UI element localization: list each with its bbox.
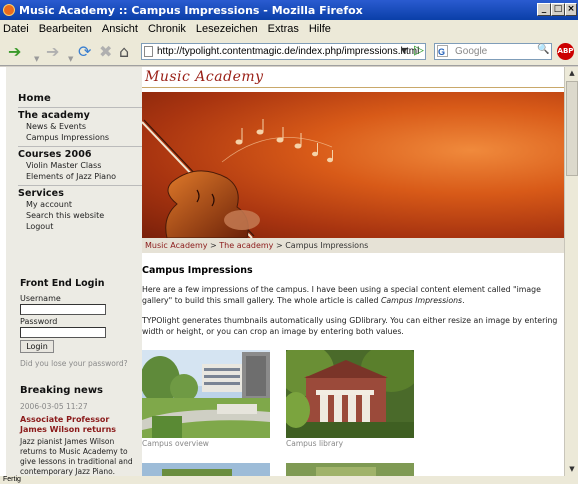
reload-icon[interactable]: ⟳ bbox=[78, 42, 91, 62]
page-viewport: Music Academy Music Academy > The academ… bbox=[0, 67, 564, 476]
menu-lesezeichen[interactable]: Lesezeichen bbox=[196, 23, 258, 35]
go-icon[interactable]: ▷ bbox=[414, 43, 424, 58]
lost-password-link[interactable]: Did you lose your password? bbox=[20, 359, 128, 368]
url-dropdown-icon[interactable]: ▼ bbox=[401, 46, 407, 55]
back-dropdown-icon[interactable]: ▼ bbox=[34, 49, 39, 69]
breadcrumb-separator: > bbox=[273, 241, 286, 250]
url-text: http://typolight.contentmagic.de/index.p… bbox=[157, 46, 420, 57]
login-title: Front End Login bbox=[20, 278, 105, 289]
nav-item-jazz-piano[interactable]: Elements of Jazz Piano bbox=[6, 171, 142, 182]
breadcrumb-current: Campus Impressions bbox=[285, 241, 369, 250]
search-input[interactable]: G Google bbox=[434, 43, 552, 60]
password-label: Password bbox=[20, 317, 58, 326]
menu-chronik[interactable]: Chronik bbox=[148, 23, 186, 35]
maximize-button[interactable]: □ bbox=[551, 3, 565, 16]
scroll-down-icon[interactable]: ▼ bbox=[565, 463, 578, 476]
search-icon[interactable]: 🔍 bbox=[537, 44, 549, 55]
login-box: Front End Login Username Password Login … bbox=[6, 272, 142, 378]
scroll-up-icon[interactable]: ▲ bbox=[565, 67, 578, 80]
window-title-bar: Music Academy :: Campus Impressions - Mo… bbox=[0, 0, 578, 20]
breadcrumb: Music Academy > The academy > Campus Imp… bbox=[142, 238, 564, 253]
campus-library-image bbox=[286, 350, 414, 438]
menu-ansicht[interactable]: Ansicht bbox=[102, 23, 138, 35]
nav-divider bbox=[18, 107, 142, 108]
gallery-thumb[interactable] bbox=[142, 462, 270, 476]
gallery-caption: Campus overview bbox=[142, 439, 209, 448]
login-button[interactable]: Login bbox=[20, 340, 54, 353]
username-label: Username bbox=[20, 294, 61, 303]
page-icon bbox=[144, 46, 153, 57]
campus-overview-image bbox=[142, 350, 270, 438]
nav-item-search[interactable]: Search this website bbox=[6, 210, 142, 221]
forward-icon[interactable]: ➔ bbox=[46, 42, 59, 62]
article-paragraph-2: TYPOlight generates thumbnails automatic… bbox=[142, 316, 558, 336]
news-headline[interactable]: Associate Professor James Wilson returns bbox=[20, 415, 138, 435]
firefox-icon bbox=[3, 4, 15, 16]
nav-divider bbox=[18, 185, 142, 186]
nav-section-academy[interactable]: The academy bbox=[6, 110, 142, 121]
stop-icon[interactable]: ✖ bbox=[99, 42, 112, 62]
search-placeholder: Google bbox=[455, 46, 488, 57]
site-header: Music Academy bbox=[142, 67, 564, 88]
gallery-thumb-campus-overview[interactable] bbox=[142, 350, 270, 438]
menu-bearbeiten[interactable]: Bearbeiten bbox=[39, 23, 92, 35]
menu-hilfe[interactable]: Hilfe bbox=[309, 23, 331, 35]
main-content: Campus Impressions Here are a few impres… bbox=[142, 265, 564, 346]
menu-bar: Datei Bearbeiten Ansicht Chronik Lesezei… bbox=[0, 20, 578, 38]
search-engine-icon[interactable]: G bbox=[437, 45, 448, 57]
window-title: Music Academy :: Campus Impressions - Mo… bbox=[19, 3, 363, 17]
banner-image bbox=[142, 92, 564, 238]
minimize-button[interactable]: _ bbox=[537, 3, 551, 16]
nav-section-courses[interactable]: Courses 2006 bbox=[6, 149, 142, 160]
nav-item-logout[interactable]: Logout bbox=[6, 221, 142, 232]
article-paragraph-1: Here are a few impressions of the campus… bbox=[142, 285, 541, 305]
nav-item-my-account[interactable]: My account bbox=[6, 199, 142, 210]
gallery-thumb[interactable] bbox=[286, 462, 414, 476]
site-logo[interactable]: Music Academy bbox=[145, 69, 264, 85]
news-box: Breaking news 2006-03-05 11:27 Associate… bbox=[6, 383, 142, 476]
breadcrumb-link-home[interactable]: Music Academy bbox=[145, 241, 207, 250]
back-icon[interactable]: ➔ bbox=[8, 42, 21, 62]
nav-item-news-events[interactable]: News & Events bbox=[6, 121, 142, 132]
menu-datei[interactable]: Datei bbox=[3, 23, 29, 35]
nav-item-campus-impressions[interactable]: Campus Impressions bbox=[6, 132, 142, 143]
gallery-caption: Campus library bbox=[286, 439, 344, 448]
username-field[interactable] bbox=[20, 304, 106, 315]
gallery-image bbox=[286, 463, 414, 476]
breadcrumb-separator: > bbox=[207, 241, 220, 250]
vertical-scrollbar[interactable]: ▲ ▼ bbox=[564, 67, 578, 476]
status-bar: Fertig bbox=[0, 476, 578, 484]
news-text: Jazz pianist James Wilson returns to Mus… bbox=[20, 437, 133, 476]
scrollbar-thumb[interactable] bbox=[566, 81, 578, 176]
home-icon[interactable]: ⌂ bbox=[119, 42, 129, 62]
nav-item-violin-master-class[interactable]: Violin Master Class bbox=[6, 160, 142, 171]
news-date: 2006-03-05 11:27 bbox=[20, 402, 88, 411]
status-text: Fertig bbox=[3, 476, 21, 483]
adblock-icon[interactable]: ABP bbox=[557, 43, 574, 60]
forward-dropdown-icon[interactable]: ▼ bbox=[68, 49, 73, 69]
password-field[interactable] bbox=[20, 327, 106, 338]
news-title: Breaking news bbox=[20, 385, 104, 396]
gallery-thumb-campus-library[interactable] bbox=[286, 350, 414, 438]
nav-section-services[interactable]: Services bbox=[6, 188, 142, 199]
nav-divider bbox=[18, 146, 142, 147]
article-title: Campus Impressions bbox=[142, 265, 253, 276]
article-emphasis: Campus Impressions bbox=[380, 296, 463, 305]
breadcrumb-link-academy[interactable]: The academy bbox=[219, 241, 273, 250]
nav-home[interactable]: Home bbox=[6, 93, 142, 104]
gallery-image bbox=[142, 463, 270, 476]
menu-extras[interactable]: Extras bbox=[268, 23, 299, 35]
url-input[interactable]: http://typolight.contentmagic.de/index.p… bbox=[141, 43, 426, 60]
close-button[interactable]: × bbox=[565, 3, 577, 16]
violin-illustration bbox=[142, 119, 333, 238]
